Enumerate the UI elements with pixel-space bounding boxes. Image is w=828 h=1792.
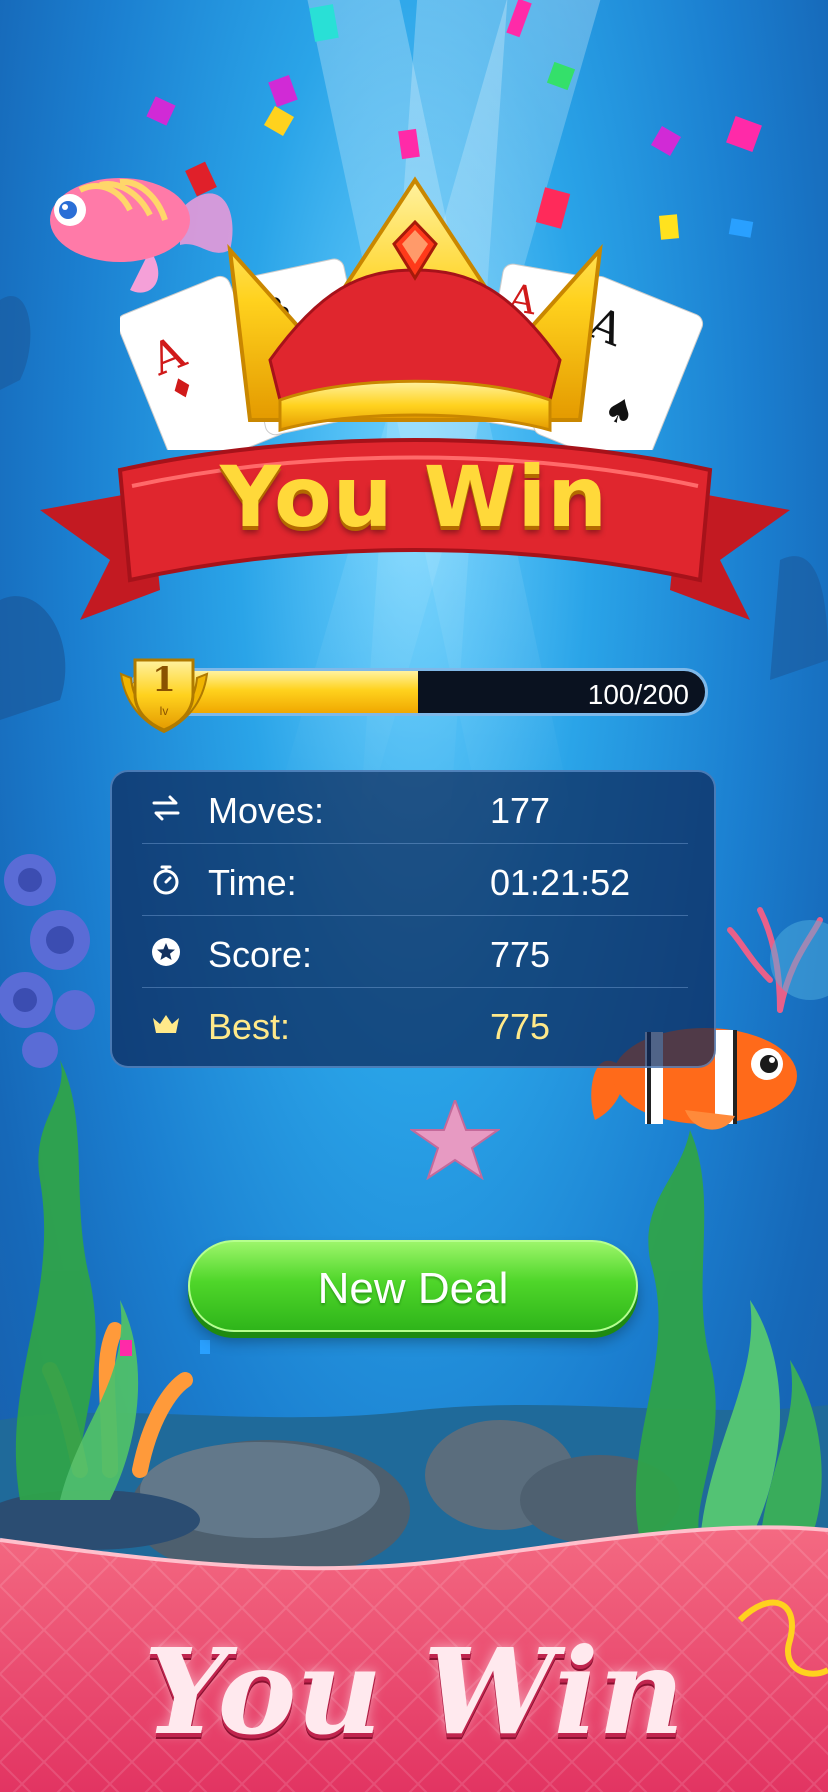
new-deal-label: New Deal <box>317 1264 509 1313</box>
stat-value: 775 <box>490 1006 551 1047</box>
stat-row-best: Best: 775 <box>142 988 688 1060</box>
stat-row-score: Score: 775 <box>142 916 688 988</box>
level-progress-bar: 100/200 <box>128 668 708 716</box>
stat-label: Score: <box>208 934 313 975</box>
stat-value: 01:21:52 <box>490 862 631 903</box>
star-badge-icon <box>152 938 180 966</box>
game-stage: A ♦ ♣ A A ♠ <box>0 0 828 1792</box>
stat-label: Time: <box>208 862 297 903</box>
banner-you-win-text: You Win <box>143 1622 685 1761</box>
stat-label: Moves: <box>208 790 325 831</box>
stat-row-moves: Moves: 177 <box>142 772 688 844</box>
crown <box>227 176 603 432</box>
level-unit: lv <box>159 704 169 718</box>
crown-icon <box>153 1015 179 1033</box>
stat-value: 775 <box>490 934 551 975</box>
starfish <box>410 1100 500 1180</box>
stat-row-time: Time: 01:21:52 <box>142 844 688 916</box>
stats-panel: Moves: 177 Time: 01:21:52 Score: 775 Bes… <box>110 770 716 1068</box>
swap-arrows-icon <box>152 795 180 821</box>
stat-label: Best: <box>208 1006 291 1047</box>
progress-count: 100/200 <box>587 679 689 710</box>
stat-value: 177 <box>490 790 551 831</box>
level-badge: 1 lv <box>115 650 213 736</box>
stopwatch-icon <box>153 865 179 895</box>
new-deal-button[interactable]: New Deal <box>188 1240 638 1332</box>
level-number: 1 <box>152 660 176 700</box>
you-win-title: You Win <box>219 448 609 546</box>
